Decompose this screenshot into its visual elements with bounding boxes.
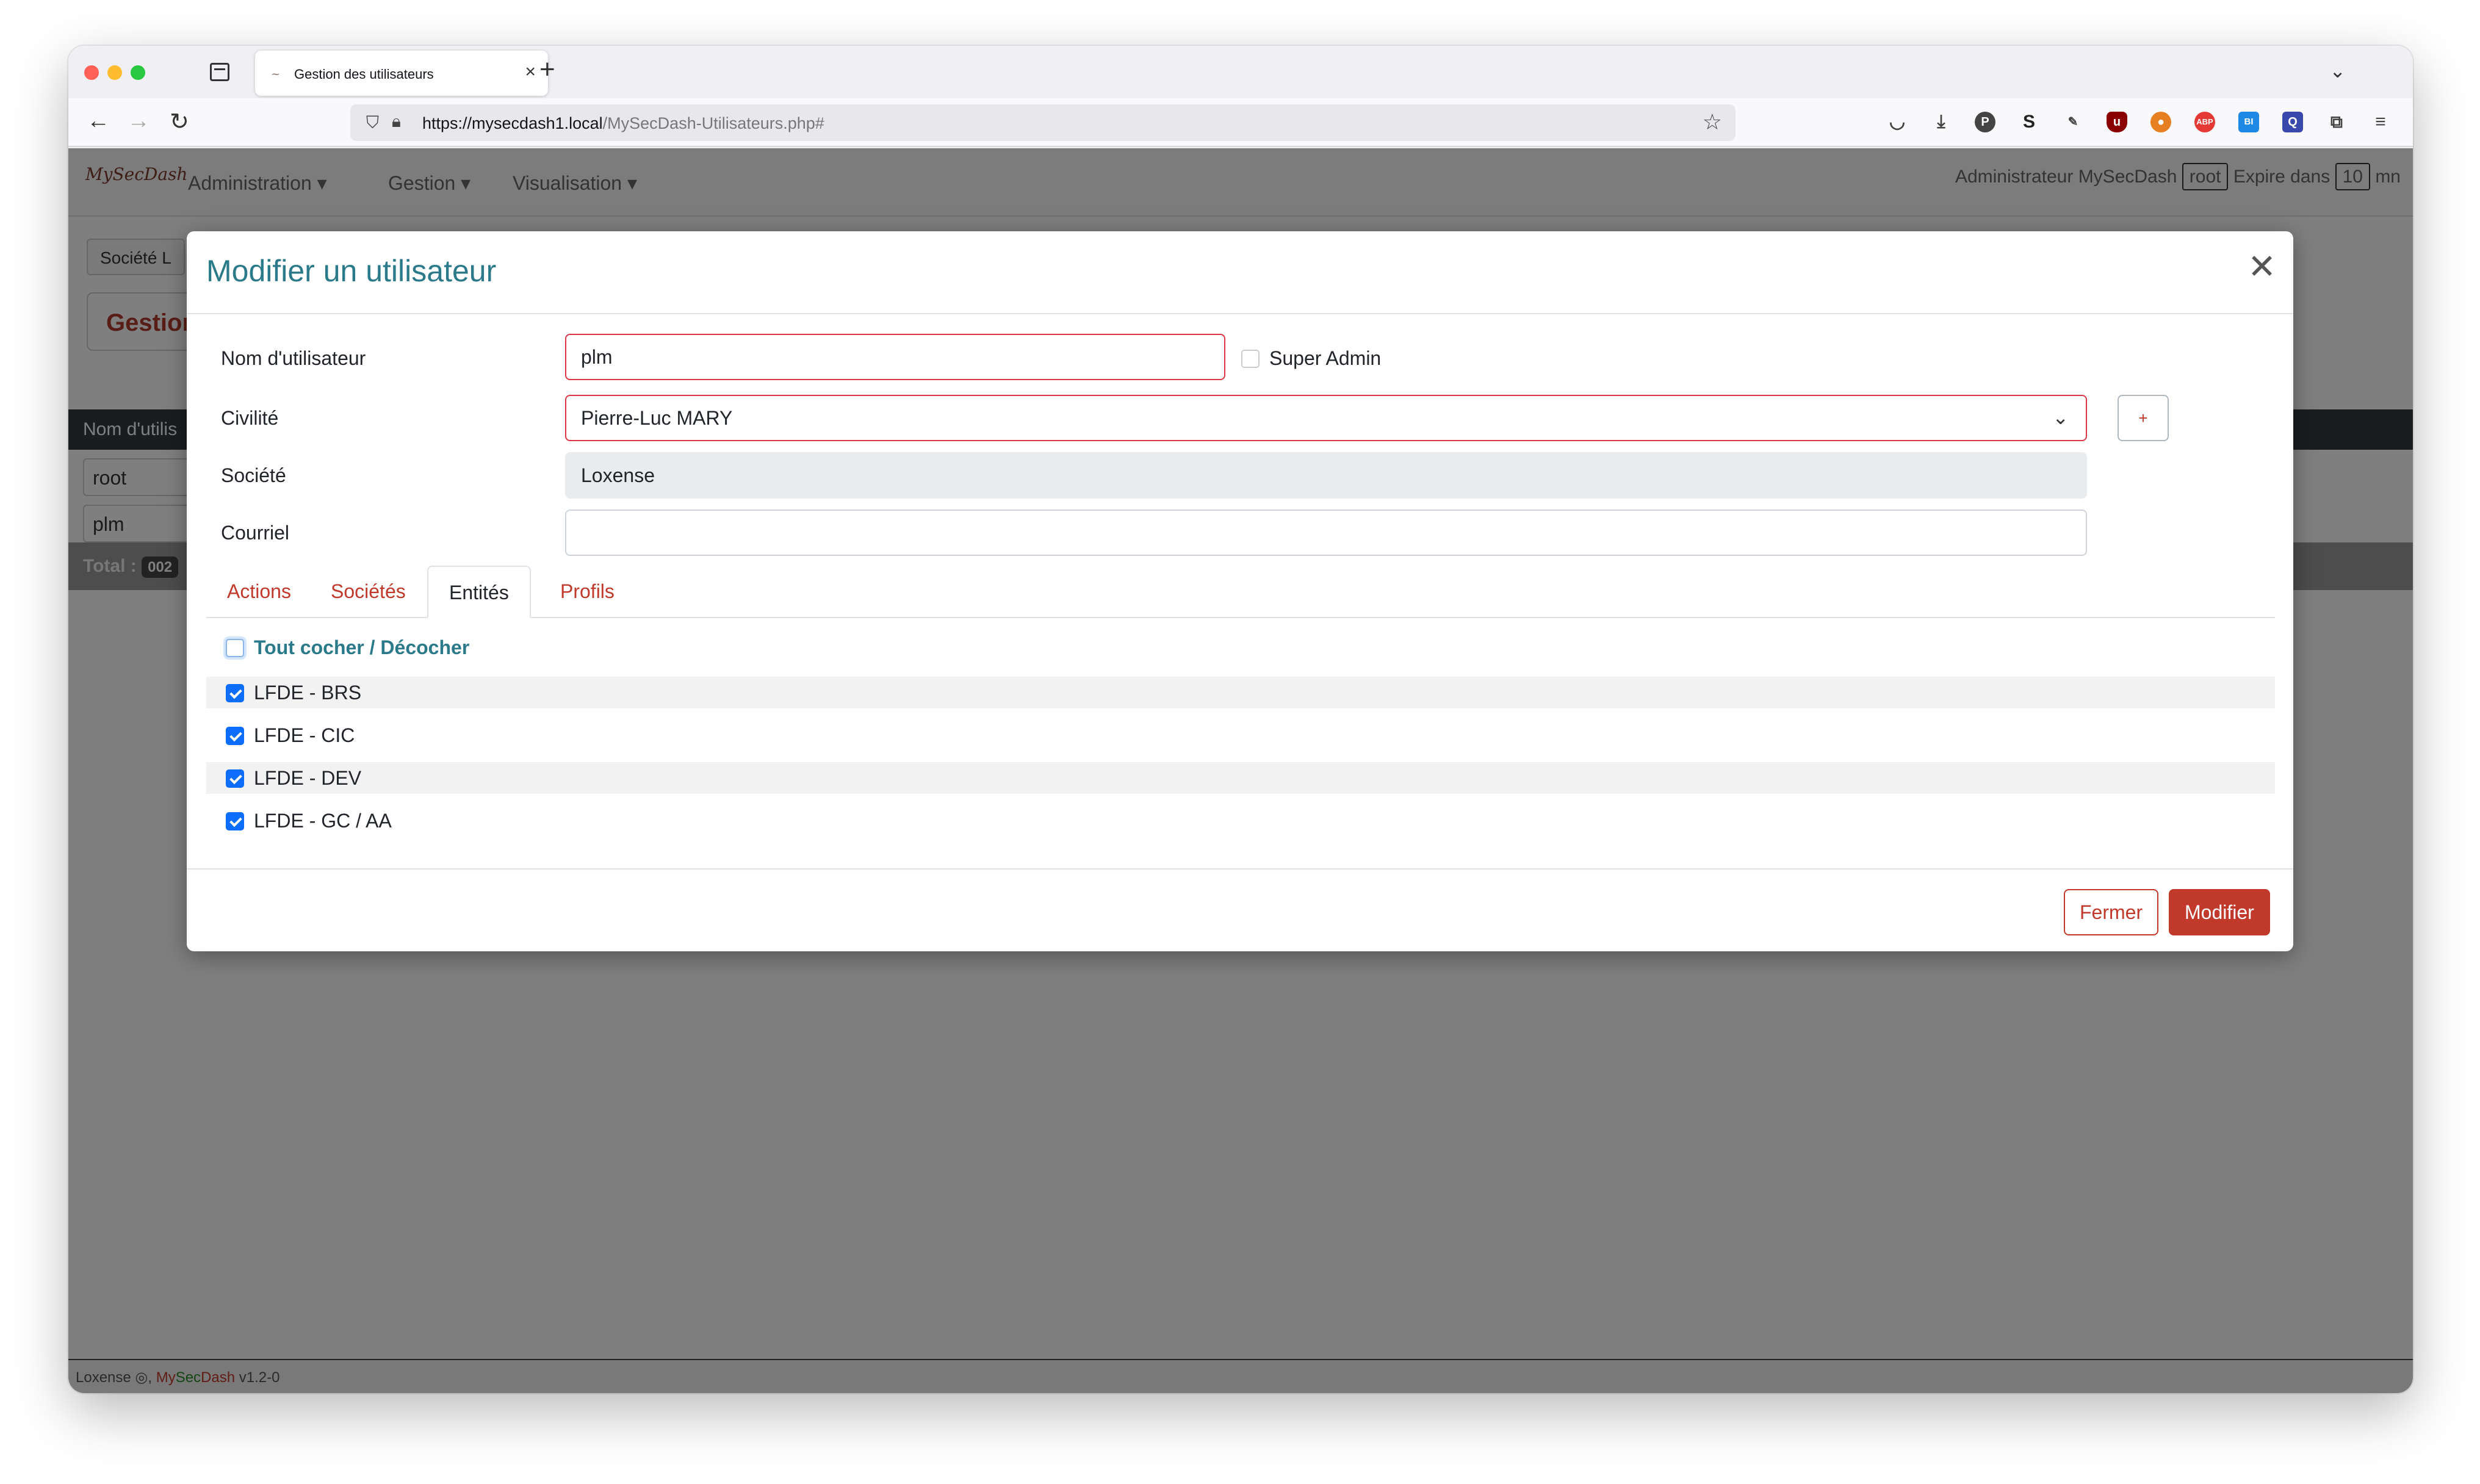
- close-icon[interactable]: ✕: [2248, 250, 2276, 284]
- close-button[interactable]: Fermer: [2064, 889, 2159, 935]
- browser-tab[interactable]: ~ Gestion des utilisateurs ×: [255, 51, 548, 96]
- extension-p-icon[interactable]: P: [1975, 112, 1995, 132]
- list-tabs-chevron-icon[interactable]: ⌄: [2329, 59, 2346, 82]
- close-window-icon[interactable]: [84, 65, 99, 80]
- extension-s-icon[interactable]: S: [2019, 112, 2039, 132]
- browser-toolbar: ← → ↻ ⛉ 🔒︎ https://mysecdash1.local/MySe…: [68, 98, 2413, 147]
- societe-field: Loxense: [565, 452, 2087, 499]
- list-item[interactable]: LFDE - CIC: [206, 719, 2275, 751]
- ublock-icon[interactable]: u: [2107, 112, 2127, 132]
- tracking-shield-icon[interactable]: ⛉: [366, 113, 379, 133]
- tab-societes[interactable]: Sociétés: [310, 566, 427, 618]
- web-page: MySecDash Administration ▾ Gestion ▾ Vis…: [68, 148, 2413, 1393]
- societe-label: Société: [221, 464, 286, 486]
- courriel-field[interactable]: [565, 510, 2087, 556]
- url-text[interactable]: https://mysecdash1.local/MySecDash-Utili…: [422, 114, 824, 133]
- edit-user-modal: Modifier un utilisateur ✕ Nom d'utilisat…: [187, 231, 2293, 951]
- civilite-selected-value: Pierre-Luc MARY: [581, 407, 733, 429]
- reload-icon[interactable]: ↻: [170, 108, 189, 135]
- modal-footer: Fermer Modifier: [187, 868, 2293, 951]
- browser-tab-title: Gestion des utilisateurs: [294, 67, 434, 82]
- superadmin-box[interactable]: [1241, 350, 1260, 368]
- check-all-toggle[interactable]: Tout cocher / Décocher: [226, 636, 469, 659]
- favicon-icon: ~: [271, 68, 281, 81]
- tab-profils[interactable]: Profils: [539, 566, 635, 618]
- courriel-label: Courriel: [221, 522, 290, 544]
- entity-label: LFDE - BRS: [254, 682, 362, 704]
- entity-checkbox[interactable]: [226, 684, 244, 702]
- check-all-label: Tout cocher / Décocher: [254, 636, 470, 658]
- tab-overview-icon[interactable]: [210, 63, 229, 81]
- username-field[interactable]: plm: [565, 334, 1225, 380]
- extension-fox-icon[interactable]: ●: [2150, 112, 2171, 132]
- entity-checkbox[interactable]: [226, 769, 244, 788]
- modal-tabs: Actions Sociétés Entités Profils: [206, 566, 2275, 618]
- add-civilite-button[interactable]: +: [2118, 395, 2169, 441]
- browser-window: ~ Gestion des utilisateurs × + ⌄ ← → ↻ ⛉…: [68, 46, 2413, 1393]
- modify-button[interactable]: Modifier: [2169, 889, 2270, 935]
- maximize-window-icon[interactable]: [131, 65, 145, 80]
- pocket-icon[interactable]: ◡: [1887, 112, 1908, 132]
- back-icon[interactable]: ←: [87, 108, 110, 134]
- tab-actions[interactable]: Actions: [206, 566, 312, 618]
- adblock-icon[interactable]: ABP: [2194, 112, 2215, 132]
- extension-pen-icon[interactable]: ✎: [2063, 112, 2083, 132]
- bookmark-star-icon[interactable]: ☆: [1703, 109, 1722, 135]
- minimize-window-icon[interactable]: [107, 65, 122, 80]
- entity-checkbox[interactable]: [226, 727, 244, 745]
- list-item[interactable]: LFDE - DEV: [206, 762, 2275, 794]
- url-bar[interactable]: ⛉ 🔒︎ https://mysecdash1.local/MySecDash-…: [350, 104, 1736, 141]
- civilite-label: Civilité: [221, 407, 279, 429]
- list-item[interactable]: LFDE - GC / AA: [206, 805, 2275, 837]
- new-tab-icon[interactable]: +: [539, 54, 555, 85]
- superadmin-label: Super Admin: [1269, 347, 1382, 369]
- entity-checkbox[interactable]: [226, 812, 244, 830]
- list-item[interactable]: LFDE - BRS: [206, 677, 2275, 708]
- check-all-checkbox[interactable]: [226, 639, 244, 657]
- close-tab-icon[interactable]: ×: [525, 62, 536, 82]
- tab-strip: ~ Gestion des utilisateurs × + ⌄: [68, 46, 2413, 98]
- extension-q-icon[interactable]: Q: [2282, 112, 2303, 132]
- extensions-puzzle-icon[interactable]: ⧉: [2326, 112, 2347, 132]
- superadmin-checkbox[interactable]: Super Admin: [1241, 347, 1381, 370]
- forward-icon[interactable]: →: [127, 108, 150, 134]
- modal-title: Modifier un utilisateur: [206, 254, 497, 288]
- lock-icon[interactable]: 🔒︎: [392, 112, 401, 132]
- tab-entites[interactable]: Entités: [427, 566, 531, 618]
- entity-label: LFDE - GC / AA: [254, 810, 392, 832]
- civilite-select[interactable]: Pierre-Luc MARY ⌄: [565, 395, 2087, 441]
- modal-header: Modifier un utilisateur ✕: [187, 231, 2293, 314]
- chevron-down-icon: ⌄: [2052, 406, 2069, 428]
- hamburger-menu-icon[interactable]: ≡: [2370, 112, 2391, 132]
- entity-label: LFDE - DEV: [254, 767, 362, 789]
- entity-label: LFDE - CIC: [254, 724, 355, 746]
- downloads-icon[interactable]: ⤓: [1931, 112, 1952, 132]
- extension-bi-icon[interactable]: BI: [2238, 112, 2259, 132]
- username-label: Nom d'utilisateur: [221, 347, 366, 369]
